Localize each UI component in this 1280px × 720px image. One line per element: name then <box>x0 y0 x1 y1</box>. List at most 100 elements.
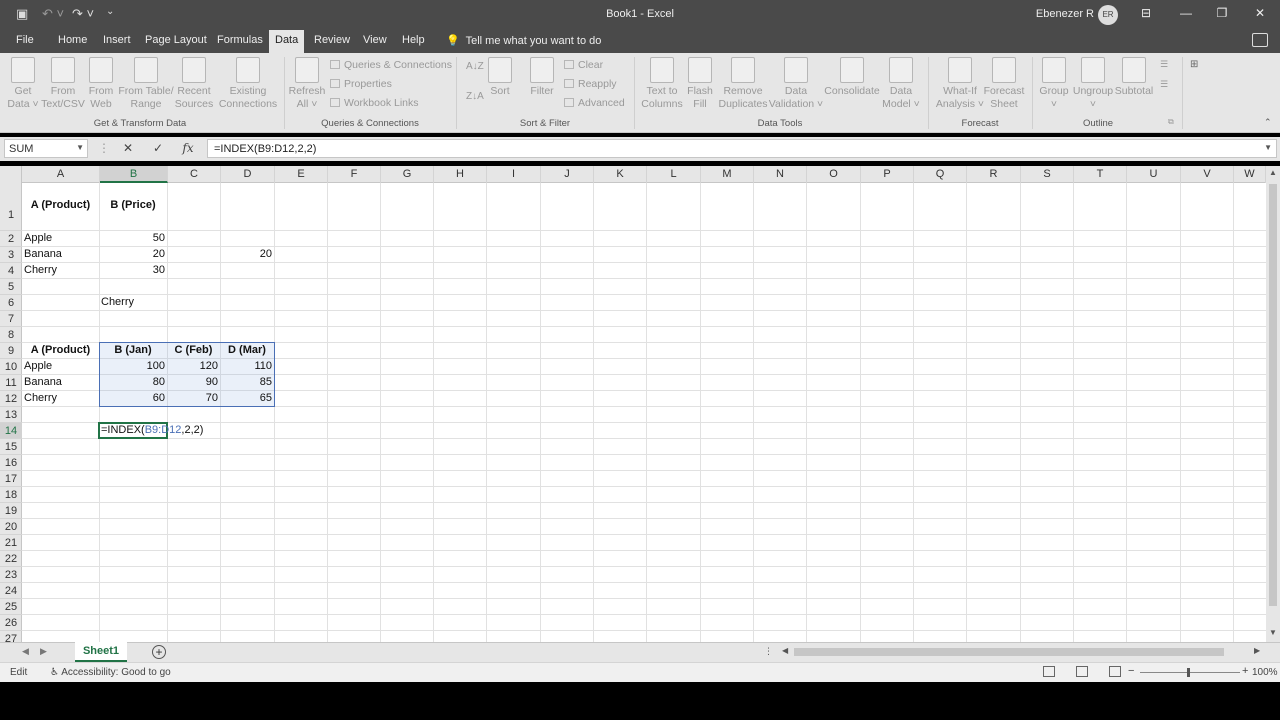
sort-button[interactable]: Sort <box>486 57 514 98</box>
row-header[interactable]: 16 <box>0 455 22 471</box>
column-header-j[interactable]: J <box>541 166 594 183</box>
flash-fill-button[interactable]: Flash Fill <box>686 57 714 111</box>
cell-b6[interactable]: Cherry <box>99 296 167 308</box>
cell-a4[interactable]: Cherry <box>22 264 99 276</box>
row-header[interactable]: 17 <box>0 471 22 487</box>
column-header-e[interactable]: E <box>275 166 328 183</box>
row-header[interactable]: 10 <box>0 359 22 375</box>
consolidate-button[interactable]: Consolidate <box>824 57 880 98</box>
column-header-g[interactable]: G <box>381 166 434 183</box>
column-header-v[interactable]: V <box>1181 166 1234 183</box>
cell-a11[interactable]: Banana <box>22 376 99 388</box>
tab-review[interactable]: Review <box>314 34 350 46</box>
add-sheet-button[interactable]: + <box>152 645 166 659</box>
tab-split-icon[interactable]: ⋮ <box>764 646 773 657</box>
user-name[interactable]: Ebenezer R <box>1036 8 1094 20</box>
cells-area[interactable]: A (Product) B (Price) Apple 50 Banana 20… <box>22 183 1266 642</box>
properties-button[interactable]: Properties <box>330 78 392 90</box>
recent-sources-button[interactable]: Recent Sources <box>174 57 214 111</box>
expand-formula-icon[interactable]: ▼ <box>1264 143 1272 152</box>
cell-b2[interactable]: 50 <box>99 232 167 244</box>
row-header[interactable]: 8 <box>0 327 22 343</box>
vertical-scroll-thumb[interactable] <box>1269 184 1277 606</box>
column-header-u[interactable]: U <box>1127 166 1181 183</box>
row-header[interactable]: 24 <box>0 583 22 599</box>
group-button[interactable]: Group ˅ <box>1036 57 1072 111</box>
cell-d10[interactable]: 110 <box>220 360 274 372</box>
data-model-button[interactable]: Data Model ˅ <box>880 57 922 111</box>
row-header[interactable]: 7 <box>0 311 22 327</box>
from-table-range-button[interactable]: From Table/Range <box>118 57 174 111</box>
cell-b11[interactable]: 80 <box>99 376 167 388</box>
enter-icon[interactable]: ✓ <box>148 141 168 155</box>
column-header-c[interactable]: C <box>168 166 221 183</box>
workbook-links-button[interactable]: Workbook Links <box>330 97 419 109</box>
row-header[interactable]: 23 <box>0 567 22 583</box>
filter-button[interactable]: Filter <box>526 57 558 98</box>
what-if-analysis-button[interactable]: What-If Analysis ˅ <box>934 57 986 111</box>
cell-b10[interactable]: 100 <box>99 360 167 372</box>
advanced-button[interactable]: Advanced <box>564 97 625 109</box>
accessibility-status[interactable]: ♿ Accessibility: Good to go <box>50 667 171 678</box>
previous-sheet-icon[interactable]: ◀ <box>22 646 29 657</box>
data-analysis-icon[interactable]: ⊞ <box>1190 59 1198 70</box>
cell-a3[interactable]: Banana <box>22 248 99 260</box>
row-header[interactable]: 2 <box>0 231 22 247</box>
column-header-w[interactable]: W <box>1234 166 1266 183</box>
next-sheet-icon[interactable]: ▶ <box>40 646 47 657</box>
normal-view-icon[interactable] <box>1043 666 1055 677</box>
tab-file[interactable]: File <box>16 34 34 46</box>
column-header-q[interactable]: Q <box>914 166 967 183</box>
formula-bar-resize-icon[interactable]: ⋮ <box>94 141 114 155</box>
cell-a9[interactable]: A (Product) <box>22 344 99 356</box>
row-header[interactable]: 20 <box>0 519 22 535</box>
subtotal-button[interactable]: Subtotal <box>1114 57 1154 98</box>
row-header[interactable]: 3 <box>0 247 22 263</box>
select-all-corner[interactable] <box>0 166 22 183</box>
column-header-o[interactable]: O <box>807 166 861 183</box>
scroll-right-icon[interactable]: ▶ <box>1254 646 1260 655</box>
vertical-scrollbar[interactable]: ▲ ▼ <box>1266 166 1280 642</box>
text-to-columns-button[interactable]: Text to Columns <box>640 57 684 111</box>
clear-button[interactable]: Clear <box>564 59 603 71</box>
tell-me-search[interactable]: 💡 Tell me what you want to do <box>446 34 601 47</box>
column-header-f[interactable]: F <box>328 166 381 183</box>
row-header[interactable]: 4 <box>0 263 22 279</box>
from-web-button[interactable]: From Web <box>86 57 116 111</box>
row-header[interactable]: 1 <box>0 183 22 231</box>
data-validation-button[interactable]: Data Validation ˅ <box>768 57 824 111</box>
outline-settings-icon[interactable]: ⧉ <box>1168 117 1174 127</box>
refresh-all-button[interactable]: Refresh All ˅ <box>288 57 326 111</box>
column-header-h[interactable]: H <box>434 166 487 183</box>
column-header-m[interactable]: M <box>701 166 754 183</box>
ungroup-button[interactable]: Ungroup ˅ <box>1072 57 1114 111</box>
tab-data[interactable]: Data <box>269 30 305 53</box>
row-header[interactable]: 11 <box>0 375 22 391</box>
zoom-in-icon[interactable]: + <box>1242 665 1248 677</box>
cell-d12[interactable]: 65 <box>220 392 274 404</box>
scroll-up-icon[interactable]: ▲ <box>1269 168 1277 177</box>
remove-duplicates-button[interactable]: Remove Duplicates <box>716 57 770 111</box>
cell-a10[interactable]: Apple <box>22 360 99 372</box>
cell-b14[interactable]: =INDEX(B9:D12,2,2) <box>99 424 219 436</box>
row-header[interactable]: 13 <box>0 407 22 423</box>
row-header[interactable]: 27 <box>0 631 22 642</box>
cell-d11[interactable]: 85 <box>220 376 274 388</box>
cell-a1[interactable]: A (Product) <box>22 199 99 211</box>
zoom-slider-thumb[interactable] <box>1187 668 1190 677</box>
row-header[interactable]: 26 <box>0 615 22 631</box>
tab-home[interactable]: Home <box>58 34 87 46</box>
forecast-sheet-button[interactable]: Forecast Sheet <box>982 57 1026 111</box>
tab-help[interactable]: Help <box>402 34 425 46</box>
column-header-i[interactable]: I <box>487 166 541 183</box>
scroll-down-icon[interactable]: ▼ <box>1269 628 1277 637</box>
page-layout-view-icon[interactable] <box>1076 666 1088 677</box>
tab-formulas[interactable]: Formulas <box>217 34 263 46</box>
cell-c10[interactable]: 120 <box>167 360 220 372</box>
tab-view[interactable]: View <box>363 34 387 46</box>
row-header[interactable]: 12 <box>0 391 22 407</box>
column-header-s[interactable]: S <box>1021 166 1074 183</box>
column-header-n[interactable]: N <box>754 166 807 183</box>
close-icon[interactable]: ✕ <box>1250 6 1270 20</box>
cancel-icon[interactable]: ✕ <box>118 141 138 155</box>
